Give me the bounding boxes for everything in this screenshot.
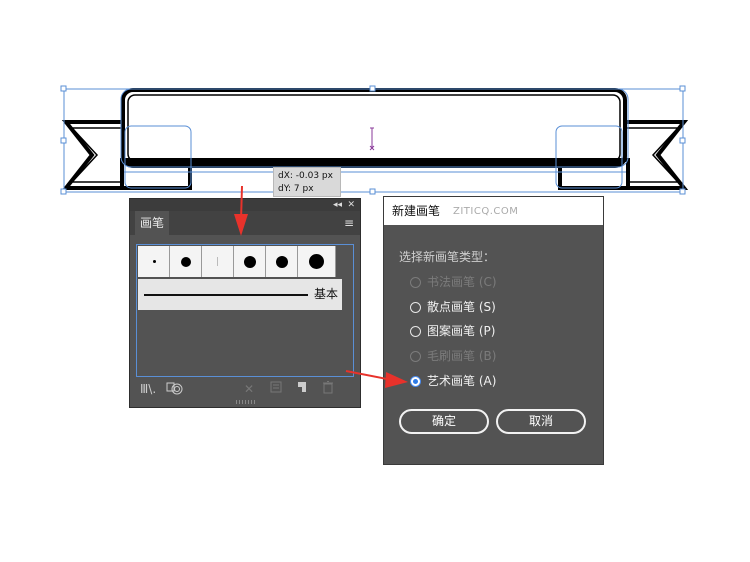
arrow-right-icon (345, 370, 408, 388)
annotation-arrows (234, 185, 408, 388)
arrow-down-icon (234, 185, 248, 236)
